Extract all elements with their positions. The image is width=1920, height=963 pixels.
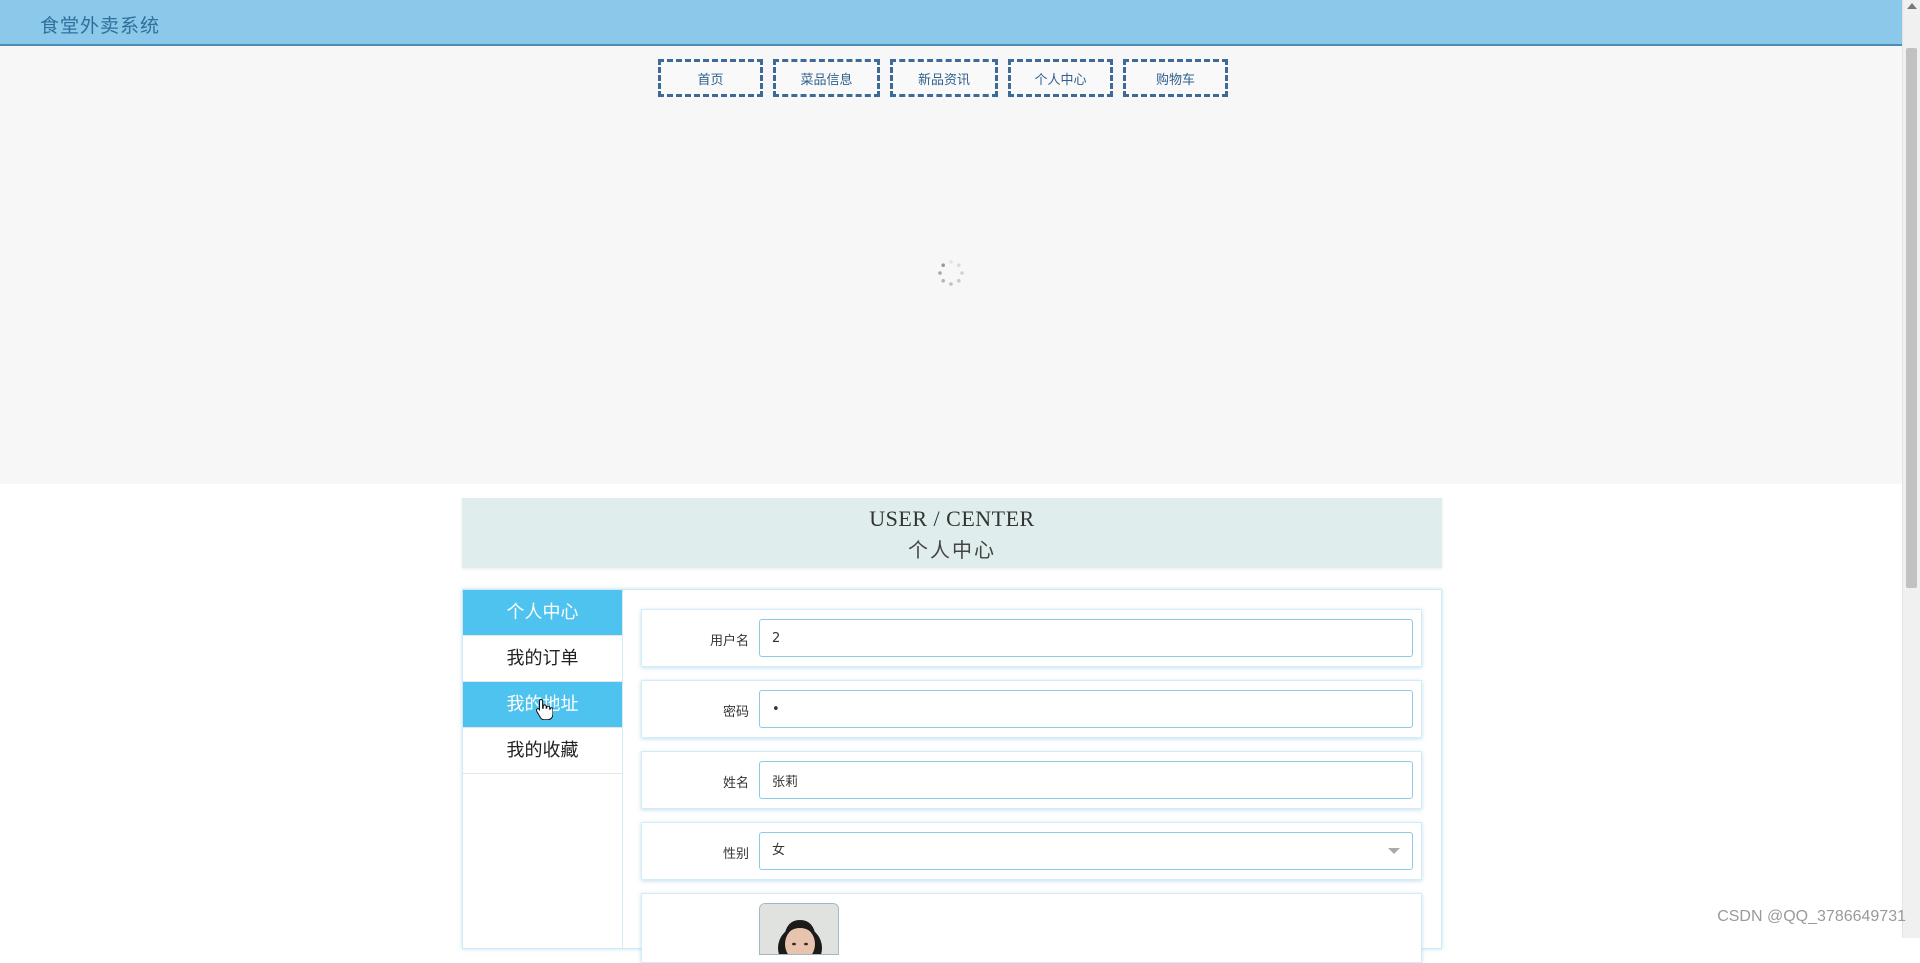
scroll-up-arrow-icon[interactable]	[1907, 3, 1917, 9]
site-title: 食堂外卖系统	[40, 15, 161, 37]
gender-label: 性别	[722, 847, 749, 862]
watermark-text: CSDN @QQ_3786649731	[1717, 908, 1906, 925]
password-label: 密码	[722, 705, 749, 720]
avatar-photo-icon	[760, 904, 838, 954]
form-row-name: 姓名	[641, 751, 1422, 809]
nav-user-center[interactable]: 个人中心	[1008, 59, 1113, 97]
section-header: USER / CENTER 个人中心	[462, 498, 1442, 568]
section-title-cn: 个人中心	[908, 538, 996, 562]
username-input[interactable]	[759, 619, 1413, 657]
side-item-my-address[interactable]: 我的地址	[463, 682, 622, 728]
password-input[interactable]	[759, 690, 1413, 728]
side-item-user-center[interactable]: 个人中心	[463, 590, 622, 636]
nav-new-items[interactable]: 新品资讯	[890, 59, 998, 97]
vertical-scrollbar[interactable]	[1902, 0, 1920, 938]
form-row-password: 密码	[641, 680, 1422, 738]
hand-cursor-icon	[535, 698, 553, 720]
section-title-en: USER / CENTER	[869, 506, 1035, 531]
name-input[interactable]	[759, 761, 1413, 799]
username-label: 用户名	[709, 634, 749, 649]
gender-selected-value: 女	[772, 843, 786, 858]
form-row-avatar	[641, 893, 1422, 963]
name-label: 姓名	[722, 776, 749, 791]
scroll-thumb[interactable]	[1906, 48, 1917, 588]
user-center-panel: 个人中心 我的订单 我的地址 我的收藏 用户名 密码 姓名 性别 女	[462, 589, 1442, 963]
nav-banner-area: 首页 菜品信息 新品资讯 个人中心 购物车	[0, 46, 1902, 484]
chevron-down-icon	[1388, 848, 1400, 854]
form-row-gender: 性别 女	[641, 822, 1422, 880]
nav-dish-info[interactable]: 菜品信息	[773, 59, 880, 97]
nav-cart[interactable]: 购物车	[1123, 59, 1228, 97]
top-header: 食堂外卖系统	[0, 0, 1902, 46]
nav-home[interactable]: 首页	[658, 59, 763, 97]
side-item-my-favorites[interactable]: 我的收藏	[463, 728, 622, 774]
side-menu: 个人中心 我的订单 我的地址 我的收藏	[463, 590, 623, 950]
main-nav: 首页 菜品信息 新品资讯 个人中心 购物车	[658, 59, 1228, 97]
gender-select[interactable]: 女	[759, 832, 1413, 870]
form-row-username: 用户名	[641, 609, 1422, 667]
loading-spinner-icon	[938, 260, 964, 286]
side-item-my-orders[interactable]: 我的订单	[463, 636, 622, 682]
avatar[interactable]	[759, 903, 839, 955]
